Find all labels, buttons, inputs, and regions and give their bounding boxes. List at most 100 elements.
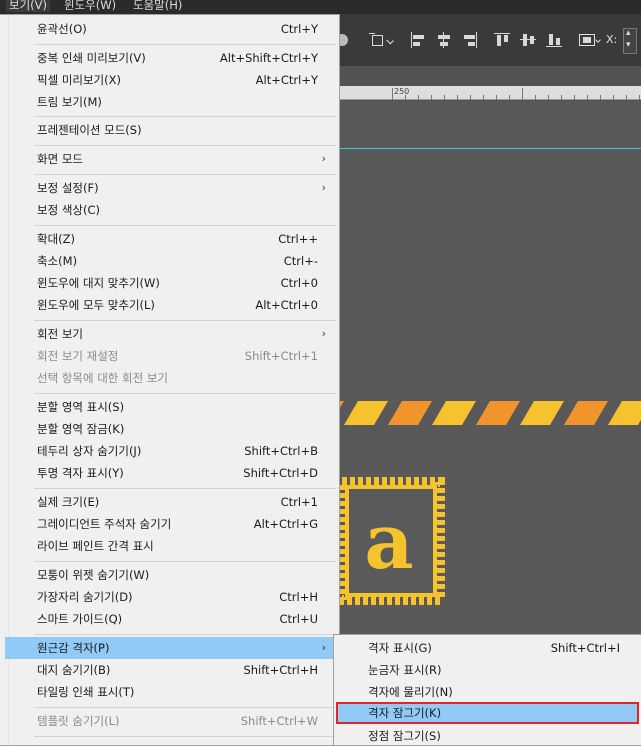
stripe-segment xyxy=(432,401,476,425)
menu-item-label: 분할 영역 표시(S) xyxy=(37,400,125,414)
menu-item-hide-artboards[interactable]: 대지 숨기기(B) Shift+Ctrl+H xyxy=(0,659,338,681)
menu-item-shortcut: Shift+Ctrl+D xyxy=(243,466,318,480)
menu-item-trim-view[interactable]: 트림 보기(M) xyxy=(0,91,338,113)
align-bottom-icon[interactable] xyxy=(546,32,562,48)
submenu-arrow-icon: › xyxy=(321,327,326,340)
menu-item-perspective-grid[interactable]: 원근감 격자(P) › xyxy=(5,637,338,659)
menu-item-label: 회전 보기 재설정 xyxy=(37,349,119,363)
menu-item-shortcut: Shift+Ctrl+B xyxy=(244,444,318,458)
menu-item-label: 확대(Z) xyxy=(37,232,76,246)
transform-icon[interactable] xyxy=(369,32,395,48)
menu-item-label: 가장자리 숨기기(D) xyxy=(37,590,133,604)
menu-item-reset-rotate-view: 회전 보기 재설정 Shift+Ctrl+1 xyxy=(0,345,338,367)
submenu-item-lock-station-point[interactable]: 정점 잠그기(S) xyxy=(334,725,640,746)
menu-item-label: 대지 숨기기(B) xyxy=(37,663,111,677)
menu-item-label: 스마트 가이드(Q) xyxy=(37,612,123,626)
submenu-item-snap-to-grid[interactable]: 격자에 물리기(N) xyxy=(334,681,640,703)
x-coordinate-stepper[interactable] xyxy=(623,28,637,54)
align-left-icon[interactable] xyxy=(410,32,426,48)
menu-item-shortcut: Alt+Ctrl+0 xyxy=(255,298,318,312)
menu-item-proof-setup[interactable]: 보정 설정(F) › xyxy=(0,177,338,199)
menu-item-label: 윈도우에 대지 맞추기(W) xyxy=(37,276,160,290)
view-menu-dropdown: 윤곽선(O) Ctrl+Y 중복 인쇄 미리보기(V) Alt+Shift+Ctrl… xyxy=(0,14,340,746)
menu-help[interactable]: 도움말(H) xyxy=(130,0,185,12)
menu-item-outline[interactable]: 윤곽선(O) Ctrl+Y xyxy=(0,18,338,40)
menu-view[interactable]: 보기(V) xyxy=(6,0,50,12)
menu-item-proof-colors[interactable]: 보정 색상(C) xyxy=(0,199,338,221)
submenu-arrow-icon: › xyxy=(321,181,326,194)
menu-item-label: 실제 크기(E) xyxy=(37,495,100,509)
menu-item-label: 보정 색상(C) xyxy=(37,203,100,217)
menu-item-presentation-mode[interactable]: 프레젠테이션 모드(S) xyxy=(0,119,338,141)
menu-item-label: 선택 항목에 대한 회전 보기 xyxy=(37,371,169,385)
menu-item-shortcut: Ctrl++ xyxy=(278,232,318,246)
menu-item-smart-guides[interactable]: 스마트 가이드(Q) Ctrl+U xyxy=(0,608,338,630)
menu-item-shortcut: Ctrl+H xyxy=(279,590,318,604)
menu-item-overprint-preview[interactable]: 중복 인쇄 미리보기(V) Alt+Shift+Ctrl+Y xyxy=(0,47,338,69)
submenu-item-show-rulers[interactable]: 눈금자 표시(R) xyxy=(334,659,640,681)
menu-item-actual-size[interactable]: 실제 크기(E) Ctrl+1 xyxy=(0,491,338,513)
menu-item-label: 라이브 페인트 간격 표시 xyxy=(37,539,154,553)
menu-item-hide-corner-widget[interactable]: 모퉁이 위젯 숨기기(W) xyxy=(0,564,338,586)
menu-item-label: 그레이디언트 주석자 숨기기 xyxy=(37,517,172,531)
distribute-icon[interactable] xyxy=(579,32,601,48)
menu-item-shortcut: Ctrl+Y xyxy=(280,22,318,36)
menu-item-shortcut: Shift+Ctrl+W xyxy=(240,714,318,728)
menu-item-screen-mode[interactable]: 화면 모드 › xyxy=(0,148,338,170)
menu-item-label: 타일링 인쇄 표시(T) xyxy=(37,685,135,699)
menu-item-lock-slices[interactable]: 분할 영역 잠금(K) xyxy=(0,418,338,440)
menu-item-label: 프레젠테이션 모드(S) xyxy=(37,123,142,137)
menu-item-shortcut: Ctrl+U xyxy=(279,612,318,626)
menu-item-label: 템플릿 숨기기(L) xyxy=(37,714,120,728)
stripe-segment xyxy=(520,401,564,425)
menu-item-shortcut: Ctrl+0 xyxy=(280,276,318,290)
menu-item-zoom-out[interactable]: 축소(M) Ctrl+- xyxy=(0,250,338,272)
menu-item-rotate-view-to-selection: 선택 항목에 대한 회전 보기 xyxy=(0,367,338,389)
menu-item-label: 픽셀 미리보기(X) xyxy=(37,73,121,87)
submenu-item-lock-grid[interactable]: 격자 잠그기(K) xyxy=(336,702,639,724)
menu-item-shortcut: Shift+Ctrl+H xyxy=(243,663,318,677)
menu-item-label: 축소(M) xyxy=(37,254,78,268)
menu-item-shortcut: Alt+Ctrl+Y xyxy=(255,73,318,87)
menu-item-hide-edges[interactable]: 가장자리 숨기기(D) Ctrl+H xyxy=(0,586,338,608)
menu-item-show-live-paint-gaps[interactable]: 라이브 페인트 간격 표시 xyxy=(0,535,338,557)
menu-item-show-slices[interactable]: 분할 영역 표시(S) xyxy=(0,396,338,418)
stamp-artwork: a xyxy=(337,477,445,605)
menu-item-fit-artboard[interactable]: 윈도우에 대지 맞추기(W) Ctrl+0 xyxy=(0,272,338,294)
menu-item-hide-gradient-annotator[interactable]: 그레이디언트 주석자 숨기기 Alt+Ctrl+G xyxy=(0,513,338,535)
menu-item-hide-template: 템플릿 숨기기(L) Shift+Ctrl+W xyxy=(0,710,338,732)
menu-item-zoom-in[interactable]: 확대(Z) Ctrl++ xyxy=(0,228,338,250)
submenu-item-label: 격자 표시(G) xyxy=(368,641,432,655)
menu-item-label: 화면 모드 xyxy=(37,152,83,166)
menu-item-label: 모퉁이 위젯 숨기기(W) xyxy=(37,568,150,582)
menu-item-pixel-preview[interactable]: 픽셀 미리보기(X) Alt+Ctrl+Y xyxy=(0,69,338,91)
menu-item-label: 중복 인쇄 미리보기(V) xyxy=(37,51,146,65)
menu-item-show-print-tiling[interactable]: 타일링 인쇄 표시(T) xyxy=(0,681,338,703)
menu-item-hide-bounding-box[interactable]: 테두리 상자 숨기기(J) Shift+Ctrl+B xyxy=(0,440,338,462)
menu-item-rotate-view[interactable]: 회전 보기 › xyxy=(0,323,338,345)
menu-item-fit-all[interactable]: 윈도우에 모두 맞추기(L) Alt+Ctrl+0 xyxy=(0,294,338,316)
menu-item-label: 트림 보기(M) xyxy=(37,95,102,109)
submenu-item-label: 격자에 물리기(N) xyxy=(368,685,453,699)
perspective-grid-submenu: 격자 표시(G) Shift+Ctrl+I 눈금자 표시(R) 격자에 물리기(N… xyxy=(333,634,641,746)
stripe-segment xyxy=(476,401,520,425)
menu-item-shortcut: Ctrl+- xyxy=(283,254,318,268)
align-top-icon[interactable] xyxy=(494,32,510,48)
align-vertical-center-icon[interactable] xyxy=(520,32,536,48)
menu-item-label: 윈도우에 모두 맞추기(L) xyxy=(37,298,155,312)
menu-item-label: 투명 격자 표시(Y) xyxy=(37,466,124,480)
menu-bar: 보기(V) 윈도우(W) 도움말(H) xyxy=(0,0,641,14)
submenu-item-show-grid[interactable]: 격자 표시(G) Shift+Ctrl+I xyxy=(334,637,640,659)
menu-item-show-transparency-grid[interactable]: 투명 격자 표시(Y) Shift+Ctrl+D xyxy=(0,462,338,484)
menu-item-shortcut: Alt+Ctrl+G xyxy=(253,517,318,531)
align-horizontal-center-icon[interactable] xyxy=(436,32,452,48)
submenu-arrow-icon: › xyxy=(321,152,326,165)
stripe-segment xyxy=(388,401,432,425)
align-right-icon[interactable] xyxy=(462,32,478,48)
submenu-item-shortcut: Shift+Ctrl+I xyxy=(550,641,620,655)
ruler-label: 250 xyxy=(394,87,410,96)
menu-window[interactable]: 윈도우(W) xyxy=(61,0,119,12)
menu-item-label: 테두리 상자 숨기기(J) xyxy=(37,444,142,458)
menu-item-label: 윤곽선(O) xyxy=(37,22,87,36)
menu-item-label: 보정 설정(F) xyxy=(37,181,99,195)
